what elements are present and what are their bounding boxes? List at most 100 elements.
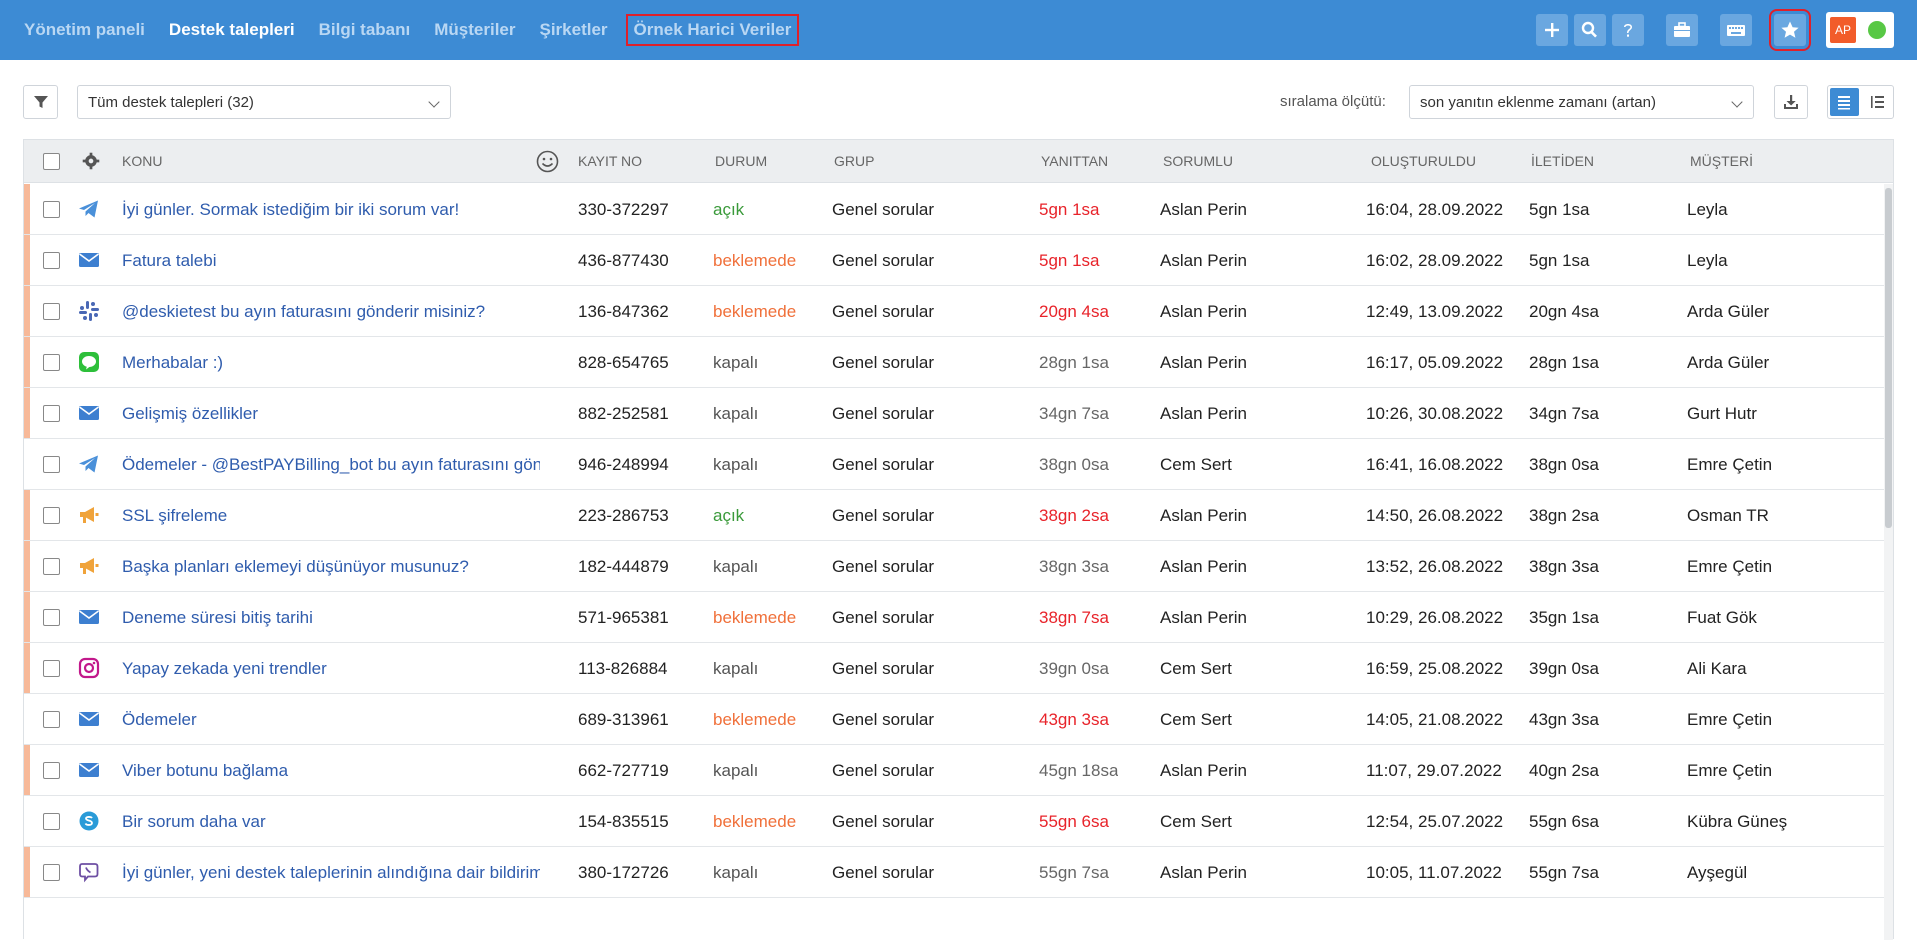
briefcase-button[interactable] bbox=[1666, 14, 1698, 46]
table-row[interactable]: Gelişmiş özellikler 882-252581 kapalı Genel… bbox=[24, 388, 1884, 439]
table-row[interactable]: SSL şifreleme 223-286753 açık Genel sorular… bbox=[24, 490, 1884, 541]
row-checkbox[interactable] bbox=[43, 711, 60, 728]
sort-select[interactable]: son yanıtın eklenme zamanı (artan) bbox=[1409, 85, 1754, 119]
help-button[interactable] bbox=[1612, 14, 1644, 46]
table-row[interactable]: Bir sorum daha var 154-835515 beklemede Gen… bbox=[24, 796, 1884, 847]
select-all-checkbox[interactable] bbox=[43, 153, 60, 170]
export-button[interactable] bbox=[1774, 85, 1808, 119]
customer-name: Gurt Hutr bbox=[1687, 404, 1757, 423]
ticket-subject-link[interactable]: Yapay zekada yeni trendler bbox=[122, 659, 540, 679]
table-row[interactable]: Ödemeler 689-313961 beklemede Genel sorular… bbox=[24, 694, 1884, 745]
nav-item-5[interactable]: Örnek Harici Veriler bbox=[625, 14, 800, 46]
customer-name: Kübra Güneş bbox=[1687, 812, 1788, 831]
header-group[interactable]: GRUP bbox=[834, 153, 874, 169]
row-checkbox[interactable] bbox=[43, 405, 60, 422]
table-row[interactable]: Ödemeler - @BestPAYBilling_bot bu ayın f… bbox=[24, 439, 1884, 490]
compact-view-button[interactable] bbox=[1861, 86, 1893, 118]
ticket-subject-link[interactable]: Merhabalar :) bbox=[122, 353, 540, 373]
table-row[interactable]: Viber botunu bağlama 662-727719 kapalı Gene… bbox=[24, 745, 1884, 796]
time-since-reply: 20gn 4sa bbox=[1039, 302, 1109, 321]
gear-icon[interactable] bbox=[82, 152, 100, 170]
row-checkbox[interactable] bbox=[43, 762, 60, 779]
row-checkbox[interactable] bbox=[43, 813, 60, 830]
ticket-subject-link[interactable]: Bir sorum daha var bbox=[122, 812, 540, 832]
time-since-message: 38gn 0sa bbox=[1529, 455, 1599, 474]
row-checkbox[interactable] bbox=[43, 660, 60, 677]
created-at: 16:04, 28.09.2022 bbox=[1366, 200, 1504, 219]
created-at: 10:29, 26.08.2022 bbox=[1366, 608, 1504, 627]
email-icon bbox=[78, 759, 100, 781]
nav-item-2[interactable]: Bilgi tabanı bbox=[307, 20, 423, 40]
ticket-subject-link[interactable]: Ödemeler - @BestPAYBilling_bot bu ayın f… bbox=[122, 455, 540, 475]
ticket-subject-link[interactable]: Gelişmiş özellikler bbox=[122, 404, 540, 424]
account-menu[interactable]: AP bbox=[1826, 12, 1894, 48]
created-at: 16:41, 16.08.2022 bbox=[1366, 455, 1504, 474]
table-row[interactable]: Fatura talebi 436-877430 beklemede Genel so… bbox=[24, 235, 1884, 286]
created-at: 16:17, 05.09.2022 bbox=[1366, 353, 1504, 372]
favorites-button[interactable] bbox=[1769, 9, 1811, 51]
header-customer[interactable]: MÜŞTERİ bbox=[1690, 153, 1753, 169]
table-row[interactable]: Yapay zekada yeni trendler 113-826884 kapa… bbox=[24, 643, 1884, 694]
assignee: Aslan Perin bbox=[1160, 200, 1247, 219]
priority-marker bbox=[24, 847, 30, 897]
ticket-subject-link[interactable]: Başka planları eklemeyi düşünüyor musunu… bbox=[122, 557, 540, 577]
filter-button[interactable] bbox=[23, 85, 58, 119]
created-at: 16:02, 28.09.2022 bbox=[1366, 251, 1504, 270]
row-checkbox[interactable] bbox=[43, 507, 60, 524]
row-checkbox[interactable] bbox=[43, 201, 60, 218]
ticket-subject-link[interactable]: @deskietest bu ayın faturasını gönderir … bbox=[122, 302, 540, 322]
keyboard-button[interactable] bbox=[1720, 14, 1752, 46]
header-status[interactable]: DURUM bbox=[715, 153, 767, 169]
ticket-subject-link[interactable]: Viber botunu bağlama bbox=[122, 761, 540, 781]
row-checkbox[interactable] bbox=[43, 558, 60, 575]
ticket-subject-link[interactable]: Deneme süresi bitiş tarihi bbox=[122, 608, 540, 628]
ticket-group: Genel sorular bbox=[832, 557, 935, 576]
time-since-message: 34gn 7sa bbox=[1529, 404, 1599, 423]
scrollbar-thumb[interactable] bbox=[1885, 188, 1892, 528]
row-checkbox[interactable] bbox=[43, 252, 60, 269]
header-from-message[interactable]: İLETİDEN bbox=[1531, 153, 1594, 169]
search-button[interactable] bbox=[1574, 14, 1606, 46]
table-row[interactable]: İyi günler. Sormak istediğim bir iki sor… bbox=[24, 184, 1884, 235]
ticket-subject-link[interactable]: İyi günler. Sormak istediğim bir iki sor… bbox=[122, 200, 540, 220]
ticket-group: Genel sorular bbox=[832, 863, 935, 882]
nav-item-3[interactable]: Müşteriler bbox=[422, 20, 527, 40]
nav-item-4[interactable]: Şirketler bbox=[527, 20, 619, 40]
header-subject[interactable]: KONU bbox=[122, 153, 162, 169]
nav-item-1[interactable]: Destek talepleri bbox=[157, 20, 307, 40]
row-checkbox[interactable] bbox=[43, 864, 60, 881]
row-checkbox[interactable] bbox=[43, 609, 60, 626]
ticket-subject-link[interactable]: Fatura talebi bbox=[122, 251, 540, 271]
view-filter-select[interactable]: Tüm destek talepleri (32) bbox=[77, 85, 451, 119]
header-reply[interactable]: YANITTAN bbox=[1041, 153, 1108, 169]
ticket-id: 380-172726 bbox=[578, 863, 669, 882]
table-row[interactable]: Deneme süresi bitiş tarihi 571-965381 bekl… bbox=[24, 592, 1884, 643]
ticket-subject-link[interactable]: Ödemeler bbox=[122, 710, 540, 730]
table-row[interactable]: Başka planları eklemeyi düşünüyor musunu… bbox=[24, 541, 1884, 592]
ticket-subject-link[interactable]: İyi günler, yeni destek taleplerinin alı… bbox=[122, 863, 540, 883]
header-id[interactable]: KAYIT NO bbox=[578, 153, 642, 169]
row-checkbox[interactable] bbox=[43, 354, 60, 371]
ticket-subject-link[interactable]: SSL şifreleme bbox=[122, 506, 540, 526]
customer-name: Osman TR bbox=[1687, 506, 1769, 525]
download-icon bbox=[1784, 95, 1798, 109]
row-checkbox[interactable] bbox=[43, 456, 60, 473]
table-row[interactable]: İyi günler, yeni destek taleplerinin alı… bbox=[24, 847, 1884, 898]
nav-item-0[interactable]: Yönetim paneli bbox=[12, 20, 157, 40]
header-assignee[interactable]: SORUMLU bbox=[1163, 153, 1233, 169]
table-row[interactable]: @deskietest bu ayın faturasını gönderir … bbox=[24, 286, 1884, 337]
add-button[interactable] bbox=[1536, 14, 1568, 46]
row-checkbox[interactable] bbox=[43, 303, 60, 320]
skype-icon bbox=[78, 810, 100, 832]
time-since-message: 55gn 7sa bbox=[1529, 863, 1599, 882]
list-view-button[interactable] bbox=[1830, 88, 1859, 116]
time-since-message: 40gn 2sa bbox=[1529, 761, 1599, 780]
email-icon bbox=[78, 606, 100, 628]
table-row[interactable]: Merhabalar :) 828-654765 kapalı Genel sorul… bbox=[24, 337, 1884, 388]
smiley-icon[interactable] bbox=[536, 150, 559, 173]
list-icon bbox=[1838, 96, 1851, 110]
assignee: Aslan Perin bbox=[1160, 251, 1247, 270]
header-created[interactable]: OLUŞTURULDU bbox=[1371, 153, 1476, 169]
ticket-id: 113-826884 bbox=[578, 659, 668, 678]
assignee: Aslan Perin bbox=[1160, 608, 1247, 627]
